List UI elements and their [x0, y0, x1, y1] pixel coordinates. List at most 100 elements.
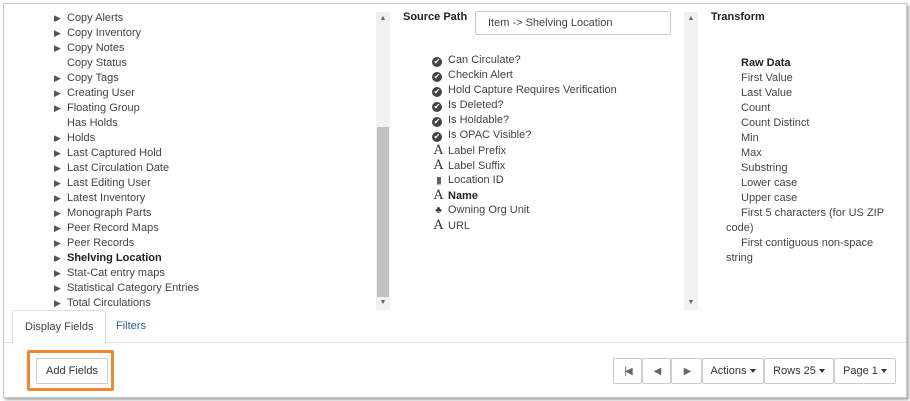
fields-scrollbar[interactable]: ▲ ▼	[684, 12, 698, 310]
tab-display-fields[interactable]: Display Fields	[12, 310, 107, 345]
transform-item[interactable]: Raw Data	[741, 56, 791, 71]
actions-button[interactable]: Actions	[702, 358, 764, 384]
field-item-label: Label Prefix	[448, 145, 507, 157]
tree-item[interactable]: ▶ Copy Inventory	[54, 26, 141, 41]
tree-item[interactable]: ▶ Creating User	[54, 86, 135, 101]
first-page-button[interactable]: |◀	[613, 358, 642, 384]
expand-arrow-icon[interactable]: ▶	[54, 11, 67, 26]
tree-item[interactable]: ▶ Copy Alerts	[54, 11, 123, 26]
field-item-label: Name	[448, 190, 478, 202]
tree-item-label: Last Circulation Date	[67, 162, 170, 174]
expand-arrow-icon[interactable]: ▶	[54, 296, 67, 310]
source-path-title: Source Path	[403, 11, 468, 23]
tree-item[interactable]: ▶ Monograph Parts	[54, 206, 151, 221]
expand-arrow-icon[interactable]: ▶	[54, 236, 67, 251]
field-item[interactable]: ✔ Is Holdable?	[432, 113, 509, 128]
tree-icon: ♣	[435, 205, 442, 216]
tree-item-label: Last Captured Hold	[67, 147, 162, 159]
tree-item[interactable]: ▶ Copy Notes	[54, 41, 124, 56]
check-circle-icon: ✔	[432, 72, 442, 82]
rows-label: Rows 25	[773, 365, 816, 377]
transform-item[interactable]: Lower case	[741, 176, 797, 191]
text-icon: A	[433, 188, 444, 203]
transform-item[interactable]: Max	[741, 146, 762, 161]
field-item[interactable]: A URL	[432, 218, 470, 233]
transform-item-continued[interactable]: string	[726, 251, 753, 266]
source-tree: ▶ Copy Alerts ▶ Copy Inventory ▶ Copy Notes Co…	[4, 4, 374, 310]
tree-item-label: Has Holds	[67, 117, 118, 129]
tree-scrollbar[interactable]: ▲ ▼	[376, 12, 390, 310]
add-fields-button[interactable]: Add Fields	[36, 358, 108, 384]
tree-item[interactable]: Copy Status	[54, 56, 127, 71]
transform-item[interactable]: Upper case	[741, 191, 797, 206]
field-item[interactable]: A Label Suffix	[432, 158, 506, 173]
tree-item[interactable]: ▶ Copy Tags	[54, 71, 119, 86]
tree-item[interactable]: ▶ Statistical Category Entries	[54, 281, 199, 296]
expand-arrow-icon[interactable]: ▶	[54, 266, 67, 281]
field-item-label: Owning Org Unit	[448, 204, 530, 216]
check-circle-icon: ✔	[432, 87, 442, 97]
tree-item[interactable]: ▶ Total Circulations	[54, 296, 151, 310]
tree-item[interactable]: ▶ Last Circulation Date	[54, 161, 169, 176]
expand-arrow-icon[interactable]: ▶	[54, 71, 67, 86]
tree-item[interactable]: Has Holds	[54, 116, 118, 131]
expand-arrow-icon[interactable]: ▶	[54, 191, 67, 206]
field-item[interactable]: ✔ Can Circulate?	[432, 53, 521, 68]
transform-item[interactable]: First 5 characters (for US ZIP	[741, 206, 884, 221]
field-item[interactable]: A Name	[432, 188, 478, 203]
scroll-thumb[interactable]	[377, 127, 389, 297]
expand-arrow-icon[interactable]: ▶	[54, 86, 67, 101]
transform-item[interactable]: Substring	[741, 161, 787, 176]
field-item[interactable]: ||| Location ID	[432, 173, 504, 188]
tree-item[interactable]: ▶ Floating Group	[54, 101, 140, 116]
transform-item[interactable]: Min	[741, 131, 759, 146]
expand-arrow-icon[interactable]: ▶	[54, 221, 67, 236]
tab-filters[interactable]: Filters	[104, 310, 158, 343]
tree-item-label: Last Editing User	[67, 177, 151, 189]
transform-item-continued[interactable]: code)	[726, 221, 754, 236]
caret-down-icon	[749, 369, 756, 373]
tree-item[interactable]: ▶ Peer Records	[54, 236, 134, 251]
field-item[interactable]: A Label Prefix	[432, 143, 506, 158]
tree-item[interactable]: ▶ Latest Inventory	[54, 191, 145, 206]
scroll-down-arrow-icon[interactable]: ▼	[376, 296, 390, 310]
expand-arrow-icon[interactable]: ▶	[54, 101, 67, 116]
prev-page-button[interactable]: ◀	[642, 358, 671, 384]
text-icon: A	[433, 143, 444, 158]
field-item[interactable]: ✔ Hold Capture Requires Verification	[432, 83, 617, 98]
next-page-button[interactable]: ▶	[671, 358, 702, 384]
scroll-down-arrow-icon[interactable]: ▼	[684, 296, 698, 310]
expand-arrow-icon[interactable]: ▶	[54, 41, 67, 56]
field-item[interactable]: ✔ Is Deleted?	[432, 98, 504, 113]
page-button[interactable]: Page 1	[834, 358, 896, 384]
transform-item[interactable]: Count	[741, 101, 770, 116]
tree-item-label: Monograph Parts	[67, 207, 152, 219]
expand-arrow-icon[interactable]: ▶	[54, 206, 67, 221]
transform-item[interactable]: Last Value	[741, 86, 792, 101]
transform-item[interactable]: First contiguous non-space	[741, 236, 873, 251]
transform-item[interactable]: First Value	[741, 71, 793, 86]
tree-item[interactable]: ▶ Holds	[54, 131, 95, 146]
tree-item[interactable]: ▶ Stat-Cat entry maps	[54, 266, 165, 281]
rows-button[interactable]: Rows 25	[764, 358, 834, 384]
scroll-up-arrow-icon[interactable]: ▲	[376, 12, 390, 26]
expand-arrow-icon[interactable]: ▶	[54, 131, 67, 146]
transform-item[interactable]: Count Distinct	[741, 116, 809, 131]
field-item[interactable]: ♣ Owning Org Unit	[432, 203, 529, 218]
expand-arrow-icon[interactable]: ▶	[54, 251, 67, 266]
expand-arrow-icon[interactable]: ▶	[54, 176, 67, 191]
expand-arrow-icon[interactable]: ▶	[54, 26, 67, 41]
tree-item[interactable]: ▶ Last Captured Hold	[54, 146, 162, 161]
text-icon: A	[433, 218, 444, 233]
tree-item-label: Shelving Location	[67, 252, 162, 264]
tree-item[interactable]: ▶ Shelving Location	[54, 251, 162, 266]
tree-item[interactable]: ▶ Last Editing User	[54, 176, 151, 191]
expand-arrow-icon[interactable]: ▶	[54, 146, 67, 161]
field-item[interactable]: ✔ Checkin Alert	[432, 68, 513, 83]
tree-item[interactable]: ▶ Peer Record Maps	[54, 221, 159, 236]
expand-arrow-icon[interactable]: ▶	[54, 161, 67, 176]
source-path-field: Item -> Shelving Location	[475, 11, 671, 35]
scroll-up-arrow-icon[interactable]: ▲	[684, 12, 698, 26]
field-item[interactable]: ✔ Is OPAC Visible?	[432, 128, 531, 143]
expand-arrow-icon[interactable]: ▶	[54, 281, 67, 296]
